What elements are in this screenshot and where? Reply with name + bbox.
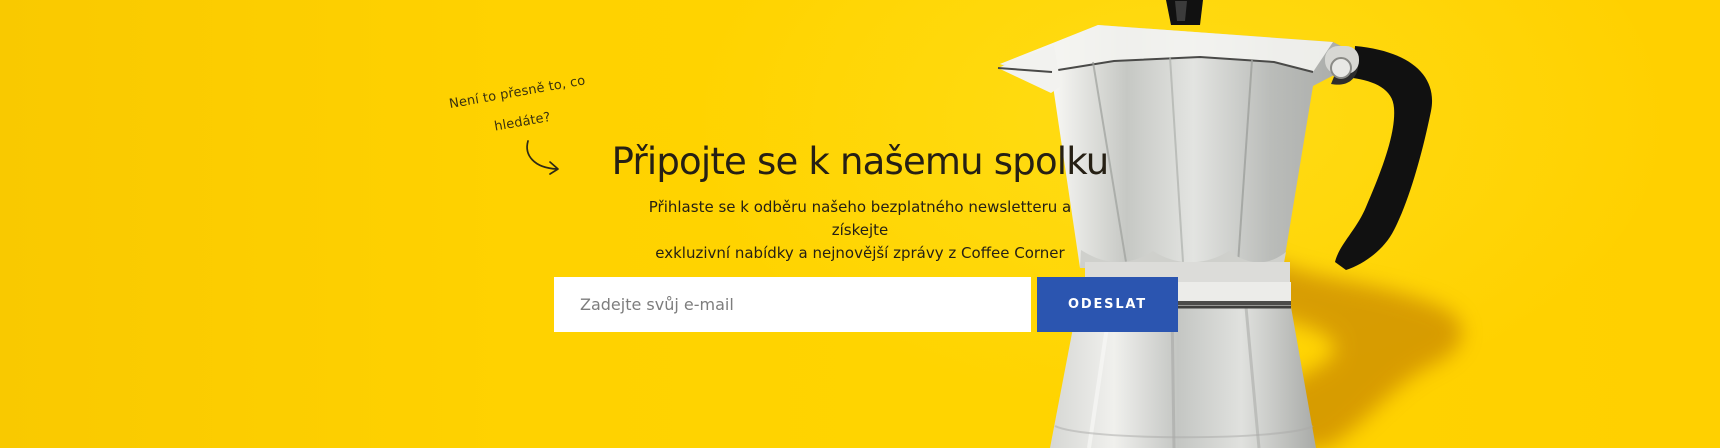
email-input[interactable]: [554, 277, 1031, 332]
newsletter-title: Připojte se k našemu spolku: [611, 140, 1110, 183]
newsletter-banner: Není to přesně to, co hledáte? Připojte …: [0, 0, 1720, 448]
newsletter-description-line-1: Přihlaste se k odběru našeho bezplatného…: [648, 198, 1072, 239]
newsletter-signup-form: ODESLAT: [554, 277, 1178, 332]
curved-arrow-icon: [526, 140, 559, 175]
moka-pot-spout: [997, 45, 1061, 93]
submit-button[interactable]: ODESLAT: [1037, 277, 1178, 332]
moka-pot-handle: [1331, 46, 1433, 270]
newsletter-description: Přihlaste se k odběru našeho bezplatného…: [625, 196, 1095, 265]
newsletter-content: Připojte se k našemu spolku Přihlaste se…: [600, 136, 1120, 265]
newsletter-description-line-2: exkluzivní nabídky a nejnovější zprávy z…: [655, 244, 1065, 262]
